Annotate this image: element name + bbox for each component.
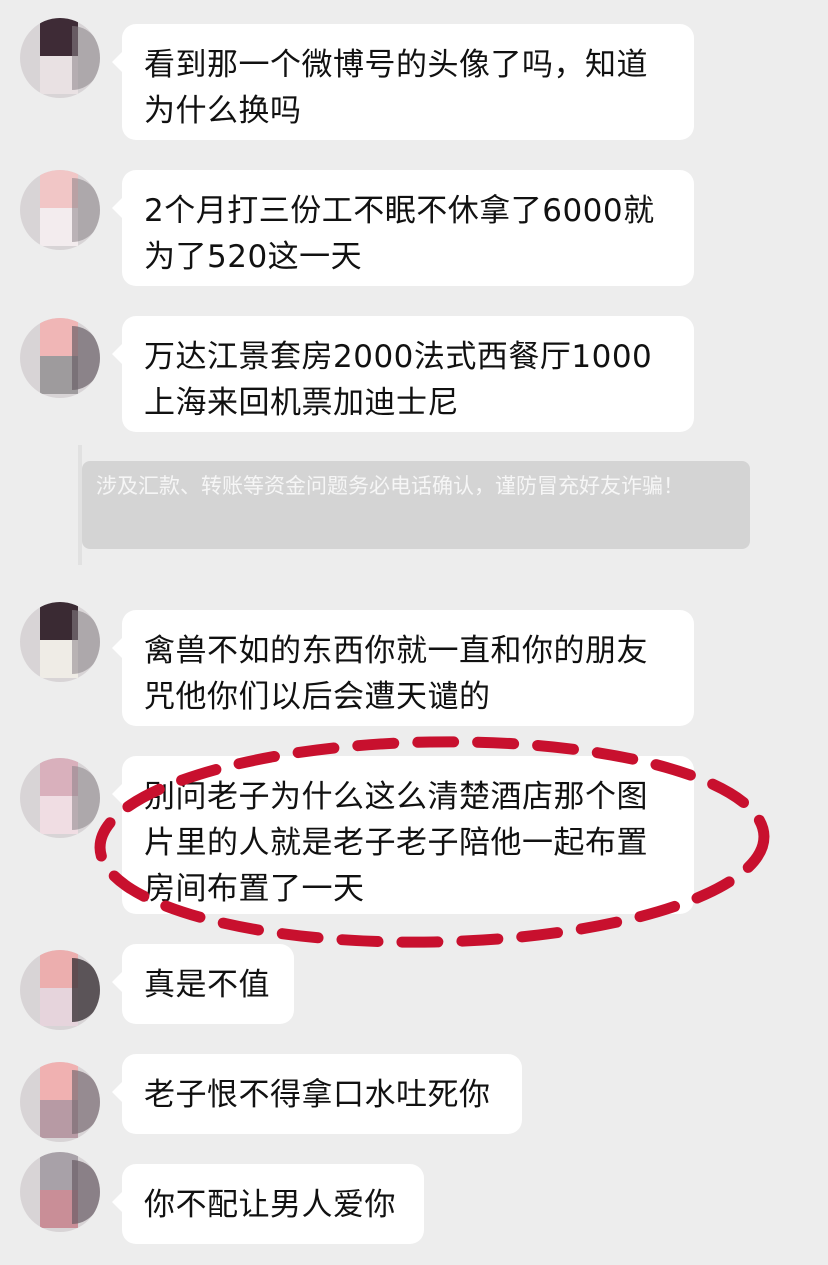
avatar[interactable] (20, 1062, 100, 1142)
message-text: 老子恨不得拿口水吐死你 (144, 1077, 491, 1113)
fraud-warning-text: 涉及汇款、转账等资金问题务必电话确认，谨防冒充好友诈骗！ (82, 461, 750, 549)
avatar[interactable] (20, 1152, 100, 1232)
fraud-warning-notice: 涉及汇款、转账等资金问题务必电话确认，谨防冒充好友诈骗！ (78, 445, 750, 565)
message-bubble[interactable]: 禽兽不如的东西你就一直和你的朋友咒他你们以后会遭天谴的 (112, 610, 694, 726)
message-text: 真是不值 (144, 967, 270, 1003)
message-text: 禽兽不如的东西你就一直和你的朋友咒他你们以后会遭天谴的 (144, 633, 648, 715)
avatar[interactable] (20, 170, 100, 250)
message-text: 看到那一个微博号的头像了吗，知道为什么换吗 (144, 47, 648, 129)
message-text: 2个月打三份工不眠不休拿了6000就为了520这一天 (144, 193, 655, 275)
message-text: 别问老子为什么这么清楚酒店那个图片里的人就是老子老子陪他一起布置房间布置了一天 (144, 779, 648, 907)
message-bubble[interactable]: 真是不值 (112, 944, 294, 1024)
chat-window: 看到那一个微博号的头像了吗，知道为什么换吗 2个月打三份工不眠不休拿了6000就… (0, 0, 828, 1265)
message-bubble[interactable]: 别问老子为什么这么清楚酒店那个图片里的人就是老子老子陪他一起布置房间布置了一天 (112, 756, 694, 914)
message-text: 万达江景套房2000法式西餐厅1000上海来回机票加迪士尼 (144, 339, 653, 421)
avatar[interactable] (20, 318, 100, 398)
avatar[interactable] (20, 18, 100, 98)
avatar[interactable] (20, 758, 100, 838)
message-bubble[interactable]: 2个月打三份工不眠不休拿了6000就为了520这一天 (112, 170, 694, 286)
avatar[interactable] (20, 602, 100, 682)
message-bubble[interactable]: 看到那一个微博号的头像了吗，知道为什么换吗 (112, 24, 694, 140)
message-bubble[interactable]: 你不配让男人爱你 (112, 1164, 424, 1244)
avatar[interactable] (20, 950, 100, 1030)
message-bubble[interactable]: 老子恨不得拿口水吐死你 (112, 1054, 522, 1134)
message-text: 你不配让男人爱你 (144, 1187, 396, 1223)
message-bubble[interactable]: 万达江景套房2000法式西餐厅1000上海来回机票加迪士尼 (112, 316, 694, 432)
